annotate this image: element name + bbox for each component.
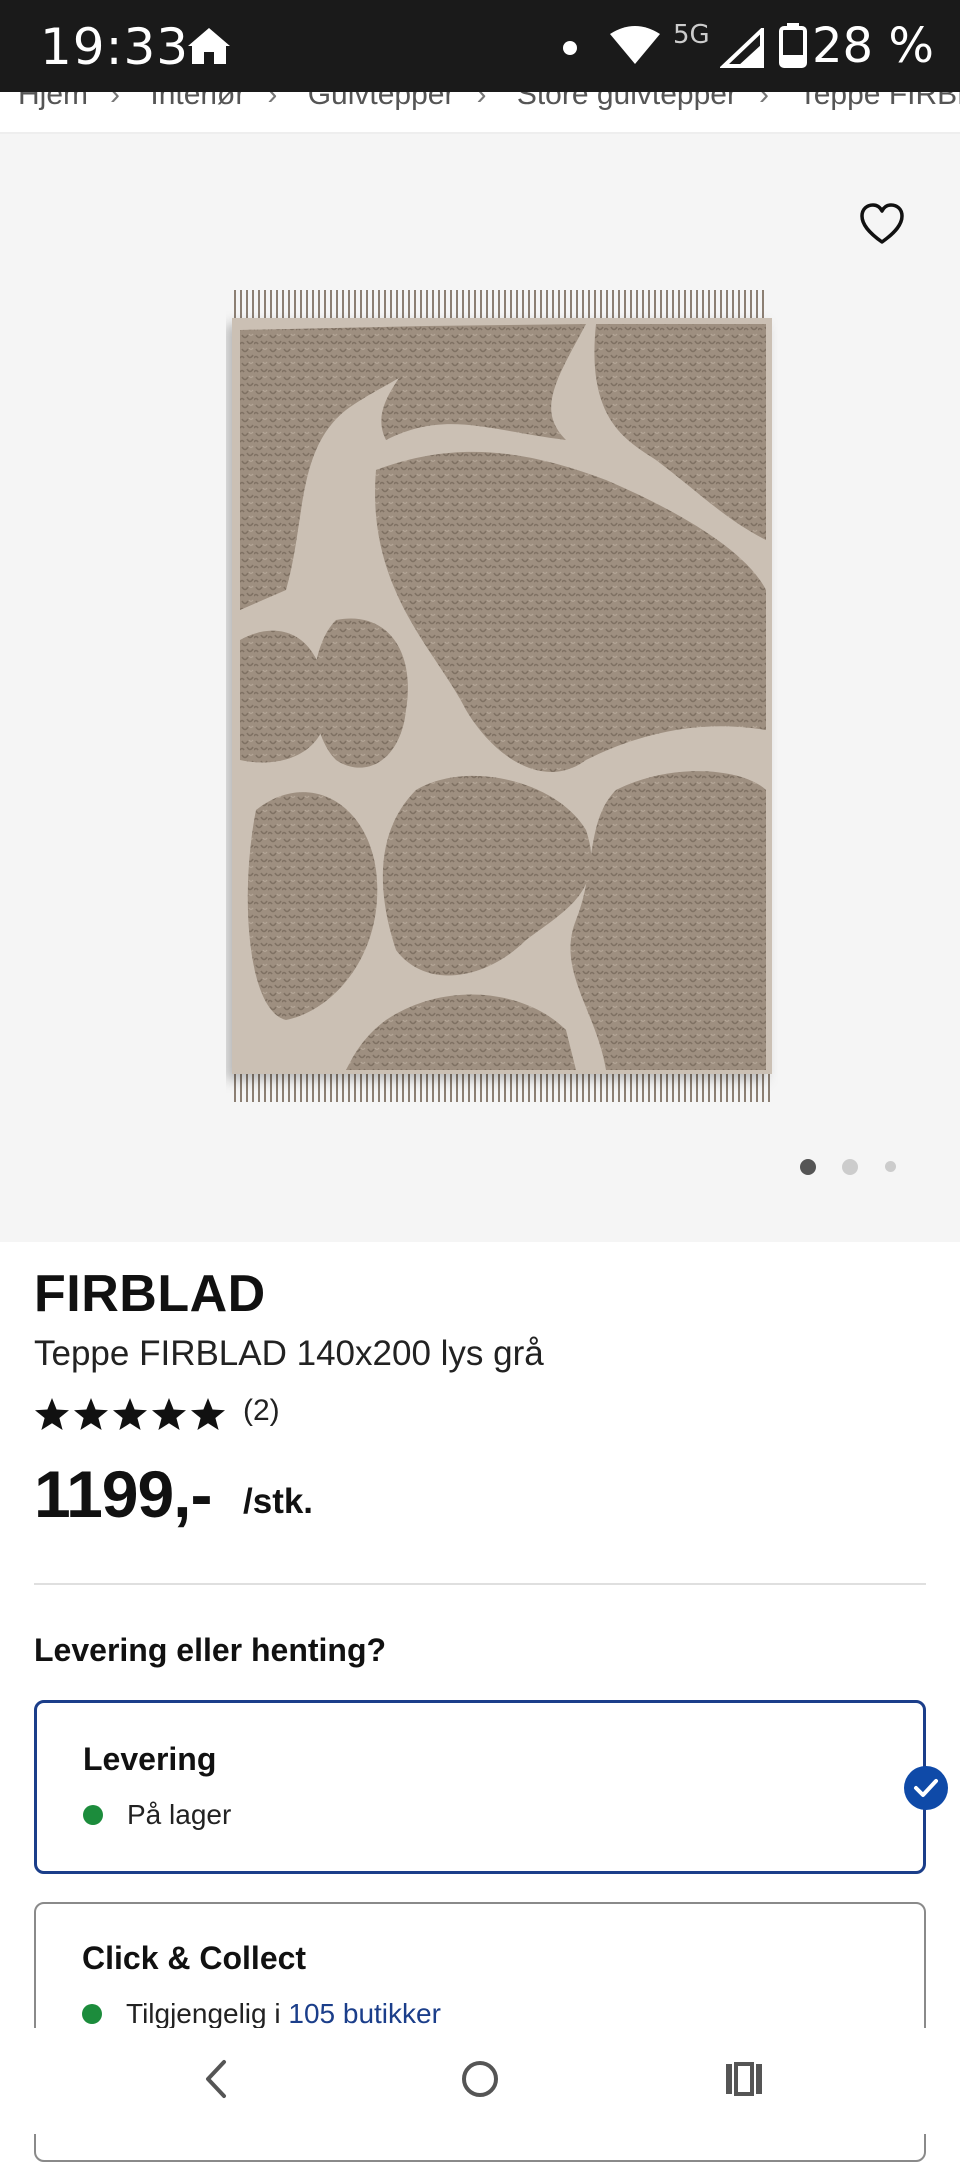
notification-dot	[563, 41, 577, 55]
star-icon	[35, 1398, 69, 1430]
breadcrumb-item[interactable]: Hjem	[18, 92, 88, 111]
star-icon	[113, 1398, 147, 1430]
status-time: 19:33	[40, 18, 190, 76]
pagination-dot[interactable]	[884, 1161, 896, 1173]
breadcrumb-item[interactable]: Store gulvtepper	[517, 92, 737, 111]
collect-availability: Tilgjengelig i 105 butikker	[82, 1998, 441, 2030]
battery-icon	[779, 23, 807, 68]
selected-check-icon	[904, 1766, 948, 1810]
breadcrumb-item[interactable]: Interiør	[150, 92, 245, 111]
fulfillment-question: Levering eller henting?	[34, 1632, 387, 1668]
heart-icon[interactable]	[858, 200, 906, 248]
chevron-right-icon: ›	[267, 92, 278, 111]
delivery-option-card[interactable]: Levering På lager	[34, 1700, 926, 1874]
system-navigation-bar	[0, 2028, 960, 2134]
chevron-right-icon: ›	[758, 92, 769, 111]
delivery-option-title: Levering	[83, 1741, 217, 1777]
back-icon[interactable]	[196, 2054, 236, 2104]
product-name: FIRBLAD	[34, 1265, 266, 1323]
star-icon	[191, 1398, 225, 1430]
breadcrumb: Hjem › Interiør › Gulvtepper › Store gulvte…	[0, 92, 960, 134]
collect-option-title: Click & Collect	[82, 1940, 307, 1976]
signal-icon	[720, 28, 764, 68]
in-stock-dot-icon	[83, 1804, 103, 1825]
breadcrumb-item-current: Teppe FIRBLAD	[798, 92, 960, 111]
breadcrumb-item[interactable]: Gulvtepper	[308, 92, 455, 111]
available-dot-icon	[82, 2003, 102, 2024]
product-image-gallery[interactable]	[0, 134, 960, 1242]
price-unit: /stk.	[243, 1482, 314, 1521]
network-type: 5G	[673, 20, 710, 50]
home-app-icon	[188, 28, 230, 64]
rating-stars[interactable]	[34, 1396, 234, 1434]
product-price: 1199,-	[34, 1457, 212, 1531]
delivery-stock-status: På lager	[83, 1799, 231, 1831]
pagination-dot-active[interactable]	[800, 1158, 816, 1175]
recents-icon[interactable]	[722, 2054, 766, 2104]
collect-availability-text: Tilgjengelig i	[126, 1998, 289, 2029]
product-image-rug	[230, 290, 772, 1102]
star-icon	[74, 1398, 108, 1430]
product-description: Teppe FIRBLAD 140x200 lys grå	[34, 1334, 544, 1373]
gallery-pagination[interactable]	[800, 1158, 918, 1176]
home-circle-icon[interactable]	[458, 2054, 502, 2104]
wifi-icon	[610, 26, 660, 64]
delivery-stock-text: På lager	[127, 1799, 232, 1830]
divider	[34, 1583, 926, 1585]
star-icon	[152, 1398, 186, 1430]
battery-percentage: 28 %	[812, 18, 934, 74]
stores-link[interactable]: 105 butikker	[288, 1998, 441, 2029]
chevron-right-icon: ›	[110, 92, 121, 111]
pagination-dot[interactable]	[842, 1158, 859, 1175]
status-bar: 19:33 5G 28 %	[0, 0, 960, 92]
chevron-right-icon: ›	[476, 92, 487, 111]
review-count[interactable]: (2)	[243, 1394, 280, 1428]
